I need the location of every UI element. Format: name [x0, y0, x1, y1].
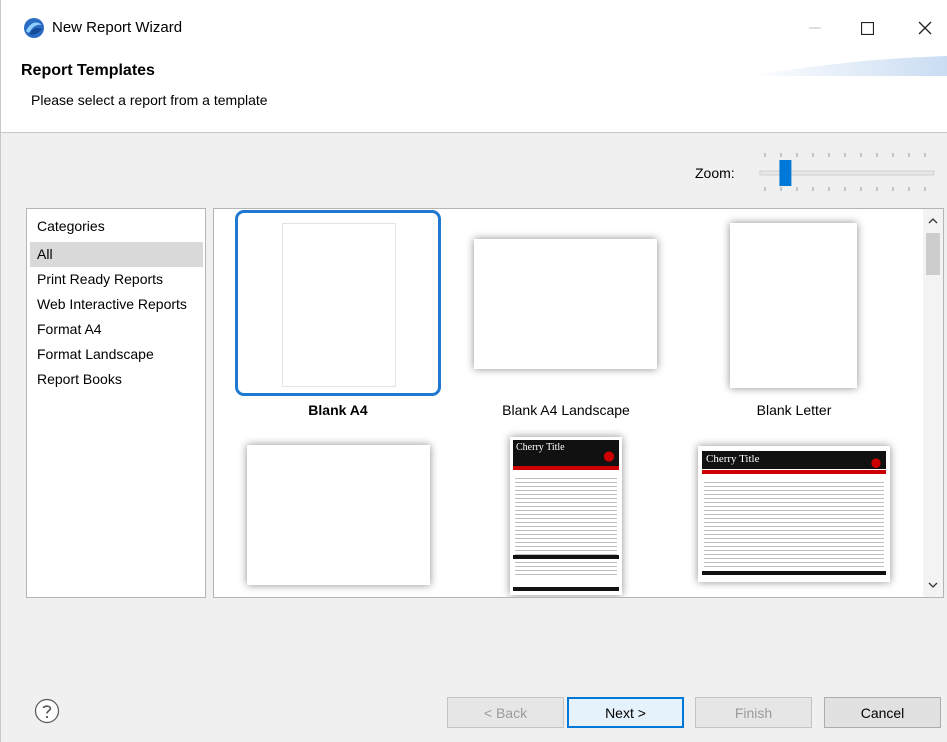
title-bar: New Report Wizard — [1, 0, 947, 56]
categories-list: All Print Ready Reports Web Interactive … — [30, 242, 203, 392]
finish-button[interactable]: Finish — [695, 697, 812, 728]
zoom-slider-ticks-top — [764, 153, 926, 157]
maximize-button[interactable] — [847, 12, 887, 44]
cherry-portrait-redbar — [513, 466, 619, 470]
page-title: Report Templates — [21, 62, 155, 79]
category-item-web-interactive-reports[interactable]: Web Interactive Reports — [30, 292, 203, 317]
cancel-button[interactable]: Cancel — [824, 697, 941, 728]
close-icon — [918, 21, 932, 35]
category-item-print-ready-reports[interactable]: Print Ready Reports — [30, 267, 203, 292]
scrollbar-thumb[interactable] — [926, 233, 940, 275]
chevron-up-icon — [928, 218, 938, 224]
chevron-down-icon — [928, 582, 938, 588]
category-item-format-landscape[interactable]: Format Landscape — [30, 342, 203, 367]
minimize-icon — [809, 27, 821, 29]
cherry-landscape-redbar — [702, 470, 886, 474]
category-item-all[interactable]: All — [30, 242, 203, 267]
cherry-landscape-header: Cherry Title — [702, 451, 886, 469]
template-preview-cherry-portrait[interactable]: Cherry Title — [510, 437, 622, 595]
template-preview-blank-a4-landscape[interactable] — [474, 239, 657, 369]
categories-heading: Categories — [37, 218, 105, 234]
help-icon[interactable] — [34, 698, 60, 724]
zoom-slider-ticks-bottom — [764, 187, 926, 191]
category-item-report-books[interactable]: Report Books — [30, 367, 203, 392]
categories-panel: Categories All Print Ready Reports Web I… — [26, 208, 206, 598]
cherry-portrait-section — [513, 555, 619, 559]
cherry-landscape-title: Cherry Title — [706, 453, 760, 465]
template-tile-blank-a4[interactable] — [235, 210, 445, 400]
scroll-up-button[interactable] — [923, 211, 943, 231]
template-preview-cherry-landscape[interactable]: Cherry Title — [698, 446, 890, 582]
template-gallery: Blank A4 Blank A4 Landscape Blank Letter… — [213, 208, 944, 598]
cherry-portrait-header: Cherry Title — [513, 440, 619, 466]
cherry-portrait-body — [515, 475, 617, 575]
gallery-scrollbar[interactable] — [923, 209, 943, 597]
zoom-label: Zoom: — [695, 165, 735, 181]
template-label-blank-a4-landscape: Blank A4 Landscape — [502, 402, 630, 418]
cherry-landscape-footer — [702, 571, 886, 575]
next-button[interactable]: Next > — [567, 697, 684, 728]
cherry-portrait-footer — [513, 587, 619, 591]
wizard-header: Report Templates Please select a report … — [1, 56, 947, 133]
cherry-portrait-title: Cherry Title — [516, 442, 565, 453]
zoom-slider[interactable] — [758, 150, 938, 195]
template-preview-blank-letter[interactable] — [730, 223, 857, 388]
page-description: Please select a report from a template — [31, 92, 268, 108]
template-label-blank-a4: Blank A4 — [308, 402, 368, 418]
close-button[interactable] — [905, 12, 945, 44]
maximize-icon — [860, 21, 874, 35]
back-button[interactable]: < Back — [447, 697, 564, 728]
cherry-icon — [602, 444, 616, 462]
new-report-wizard-window: New Report Wizard Report Templates Pleas… — [0, 0, 947, 742]
template-preview-blank-landscape-2[interactable] — [247, 445, 430, 585]
header-banner-decoration — [748, 56, 947, 76]
minimize-button[interactable] — [795, 12, 835, 44]
template-label-blank-letter: Blank Letter — [756, 402, 832, 418]
app-logo-icon — [24, 18, 44, 38]
cherry-icon — [869, 452, 883, 468]
scroll-down-button[interactable] — [923, 575, 943, 595]
template-preview-blank-a4 — [282, 223, 396, 387]
zoom-slider-thumb[interactable] — [779, 160, 792, 186]
cherry-landscape-body — [704, 479, 884, 567]
window-title: New Report Wizard — [52, 19, 183, 36]
category-item-format-a4[interactable]: Format A4 — [30, 317, 203, 342]
